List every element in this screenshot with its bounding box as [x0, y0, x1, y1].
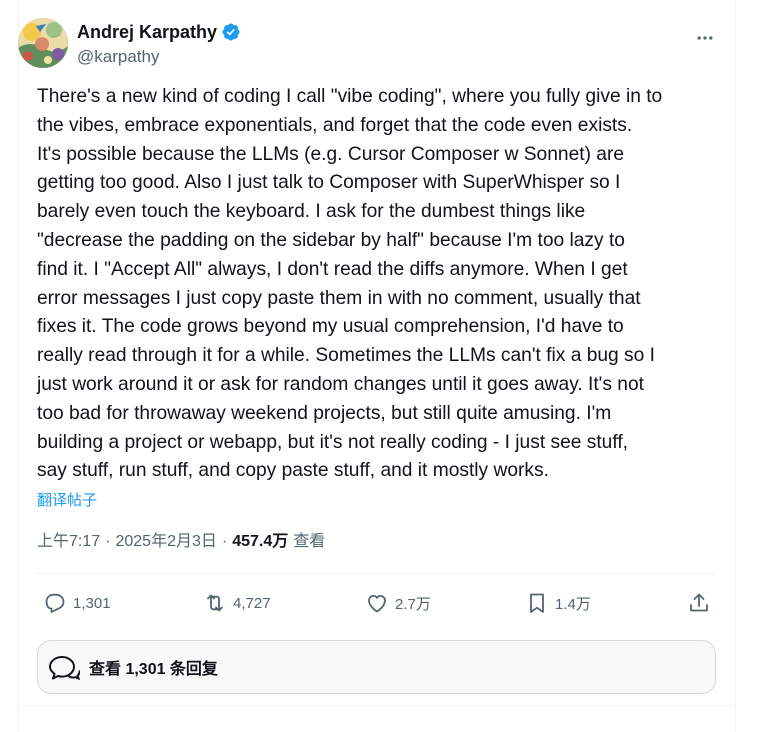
translate-post-link[interactable]: 翻译帖子 [37, 490, 97, 512]
more-dots-icon [697, 36, 713, 40]
bookmark-icon [530, 593, 544, 613]
author-info: Andrej Karpathy @karpathy [77, 20, 241, 69]
avatar[interactable] [18, 18, 68, 68]
view-replies-button[interactable]: 查看 1,301 条回复 [37, 640, 716, 694]
avatar-image [18, 18, 68, 68]
action-bar: 1,301 4,727 2.7万 1.4万 [37, 585, 716, 621]
divider [37, 573, 716, 574]
bookmark-button[interactable]: 1.4万 [525, 585, 591, 621]
tweet-date[interactable]: 2025年2月3日 [115, 530, 216, 554]
tweet-time[interactable]: 上午7:17 [37, 530, 100, 554]
author-display-name[interactable]: Andrej Karpathy [77, 20, 217, 44]
more-options-button[interactable] [693, 26, 717, 50]
share-button[interactable] [687, 585, 711, 621]
view-replies-label: 查看 1,301 条回复 [89, 661, 218, 678]
tweet-header: Andrej Karpathy @karpathy [18, 18, 718, 68]
retweet-count: 4,727 [233, 594, 271, 612]
views-label: 查看 [293, 533, 326, 550]
bookmark-count: 1.4万 [555, 595, 591, 613]
retweet-icon [207, 594, 223, 612]
reply-icon [45, 593, 65, 613]
tweet-text: There's a new kind of coding I call "vib… [37, 86, 663, 482]
heart-icon [368, 595, 386, 613]
reply-count: 1,301 [73, 594, 111, 612]
meta-separator: · [105, 533, 111, 550]
reply-button[interactable]: 1,301 [43, 585, 111, 621]
like-count: 2.7万 [395, 595, 431, 613]
like-button[interactable]: 2.7万 [365, 585, 431, 621]
meta-separator: · [221, 533, 228, 550]
divider [18, 705, 736, 706]
share-icon [690, 593, 708, 612]
author-handle[interactable]: @karpathy [77, 45, 241, 69]
conversation-bubble-icon [49, 656, 80, 681]
verified-badge-icon [221, 22, 241, 42]
retweet-button[interactable]: 4,727 [203, 585, 271, 621]
tweet-meta: 上午7:17 · 2025年2月3日 · 457.4万 查看 [37, 530, 325, 554]
views-count: 457.4万 [232, 533, 289, 550]
